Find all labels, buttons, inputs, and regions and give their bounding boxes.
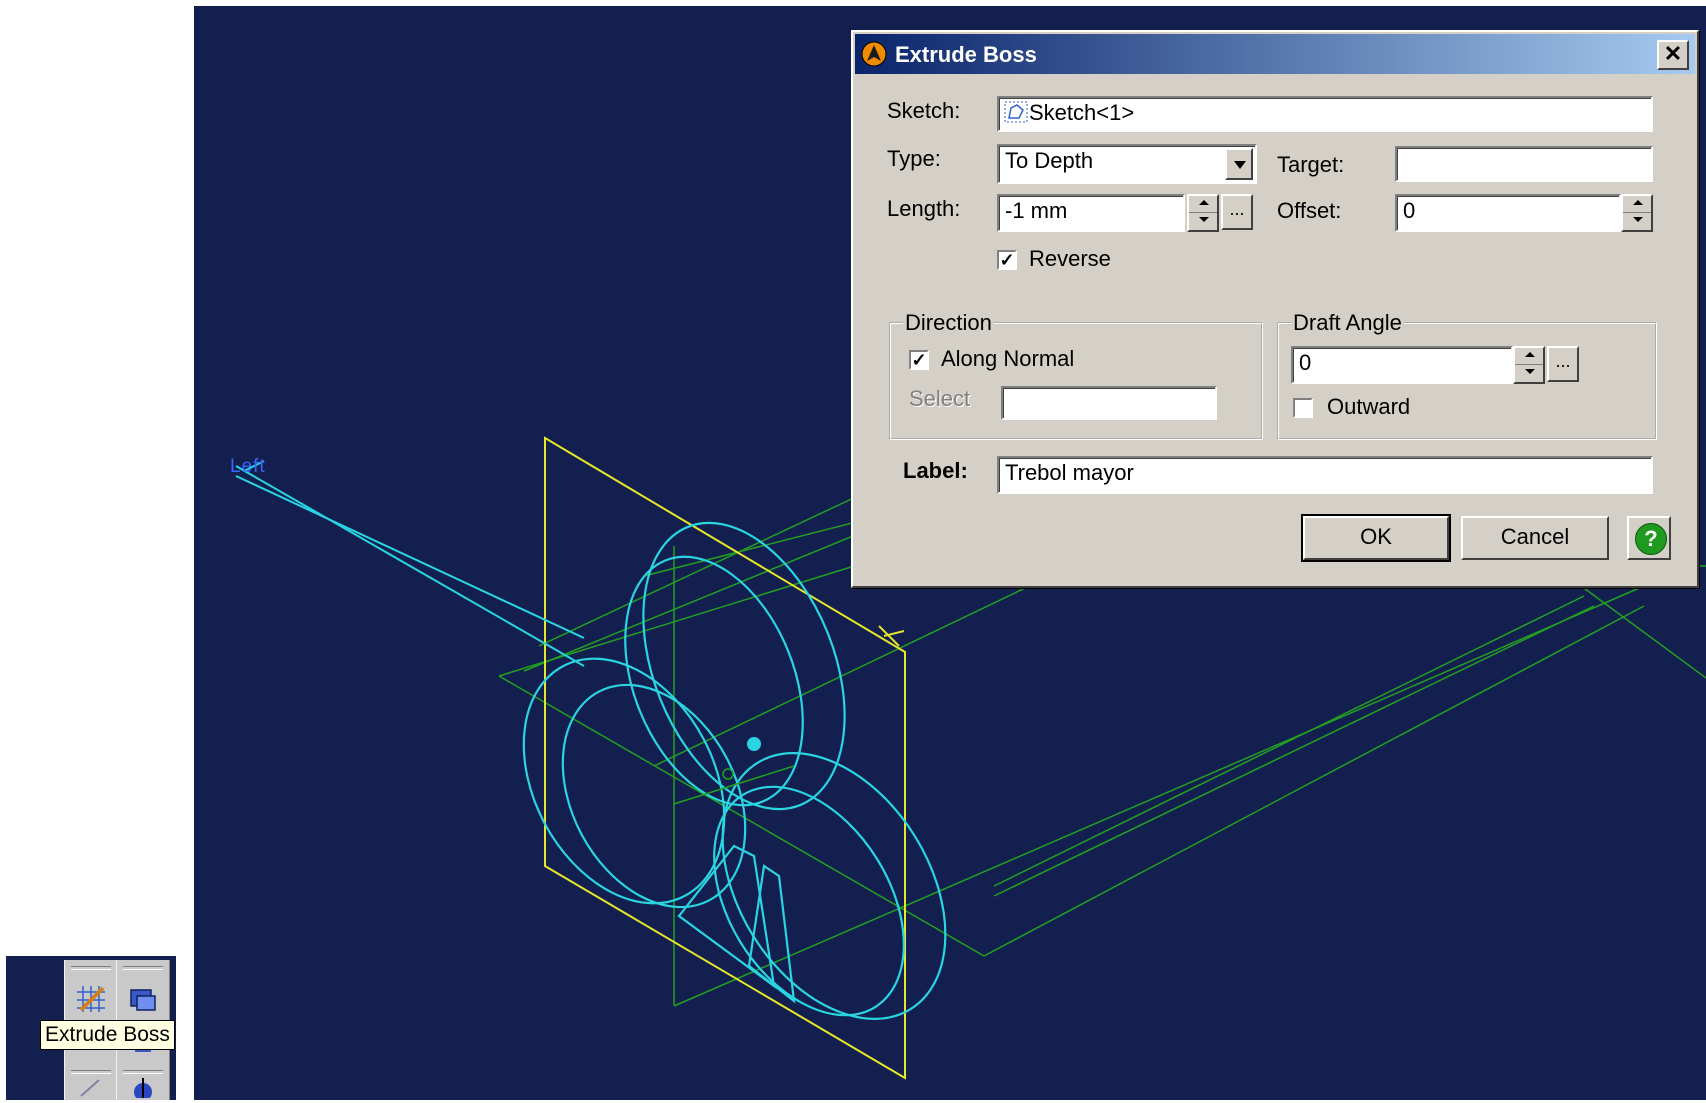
- outward-label: Outward: [1327, 394, 1411, 419]
- length-spinner[interactable]: [1187, 194, 1219, 232]
- target-label: Target:: [1277, 152, 1345, 177]
- extrude-boss-dialog: Extrude Boss ✕ Sketch: Sketch<1> Type: T…: [851, 30, 1699, 588]
- sketch-label: Sketch:: [887, 98, 961, 123]
- spin-down-icon[interactable]: [1515, 365, 1543, 382]
- ok-button[interactable]: OK: [1301, 514, 1451, 562]
- select-label: Select: [909, 386, 971, 411]
- chevron-down-icon[interactable]: [1225, 148, 1253, 180]
- dialog-titlebar[interactable]: Extrude Boss ✕: [855, 34, 1695, 74]
- help-button[interactable]: ?: [1627, 516, 1671, 560]
- length-browse-button[interactable]: ...: [1221, 194, 1253, 230]
- direction-axis: [235, 460, 585, 667]
- type-label: Type:: [887, 146, 941, 171]
- app-icon: [861, 41, 887, 67]
- cancel-button[interactable]: Cancel: [1461, 516, 1609, 560]
- direction-group: [889, 322, 1263, 440]
- spin-up-icon[interactable]: [1623, 196, 1651, 213]
- sketch-icon: [1004, 101, 1028, 123]
- reverse-label: Reverse: [1029, 246, 1111, 271]
- draft-angle-title: Draft Angle: [1291, 310, 1404, 336]
- select-field[interactable]: [1001, 386, 1217, 420]
- along-normal-label: Along Normal: [941, 346, 1075, 371]
- outward-checkbox[interactable]: [1293, 398, 1313, 418]
- help-icon: ?: [1635, 523, 1667, 555]
- axis-label: Left: [230, 456, 266, 477]
- spin-down-icon[interactable]: [1189, 213, 1217, 230]
- offset-field[interactable]: 0: [1395, 194, 1621, 232]
- spin-up-icon[interactable]: [1189, 196, 1217, 213]
- sketch-grid-icon[interactable]: [73, 982, 109, 1016]
- toolbar-grip[interactable]: [71, 966, 111, 970]
- type-value: To Depth: [1005, 148, 1094, 173]
- label-field[interactable]: Trebol mayor: [997, 456, 1653, 494]
- length-field[interactable]: -1 mm: [997, 194, 1185, 232]
- length-label: Length:: [887, 196, 961, 221]
- toolbar-grip[interactable]: [71, 1070, 111, 1074]
- toolbar-grip[interactable]: [123, 966, 163, 970]
- dialog-title: Extrude Boss: [895, 42, 1037, 67]
- offset-spinner[interactable]: [1621, 194, 1653, 232]
- toolbar-grip[interactable]: [123, 1070, 163, 1074]
- tooltip: Extrude Boss: [40, 1020, 175, 1050]
- along-normal-checkbox[interactable]: ✓: [909, 350, 929, 370]
- close-button[interactable]: ✕: [1657, 40, 1689, 70]
- target-field[interactable]: [1395, 146, 1653, 182]
- sketch-field[interactable]: Sketch<1>: [997, 96, 1653, 132]
- draft-angle-spinner[interactable]: [1513, 346, 1545, 384]
- offset-label: Offset:: [1277, 198, 1342, 223]
- draft-angle-field[interactable]: 0: [1291, 346, 1513, 384]
- direction-title: Direction: [903, 310, 994, 336]
- revolve-icon[interactable]: [125, 1076, 161, 1101]
- line-icon[interactable]: [73, 1076, 109, 1098]
- spin-up-icon[interactable]: [1515, 348, 1543, 365]
- draft-angle-browse-button[interactable]: ...: [1547, 346, 1579, 382]
- spin-down-icon[interactable]: [1623, 213, 1651, 230]
- sketch-value: Sketch<1>: [1029, 100, 1135, 125]
- type-select[interactable]: To Depth: [997, 144, 1257, 184]
- label-label: Label:: [903, 458, 968, 483]
- extrude-boss-icon[interactable]: [125, 982, 161, 1016]
- reverse-checkbox[interactable]: ✓: [997, 250, 1017, 270]
